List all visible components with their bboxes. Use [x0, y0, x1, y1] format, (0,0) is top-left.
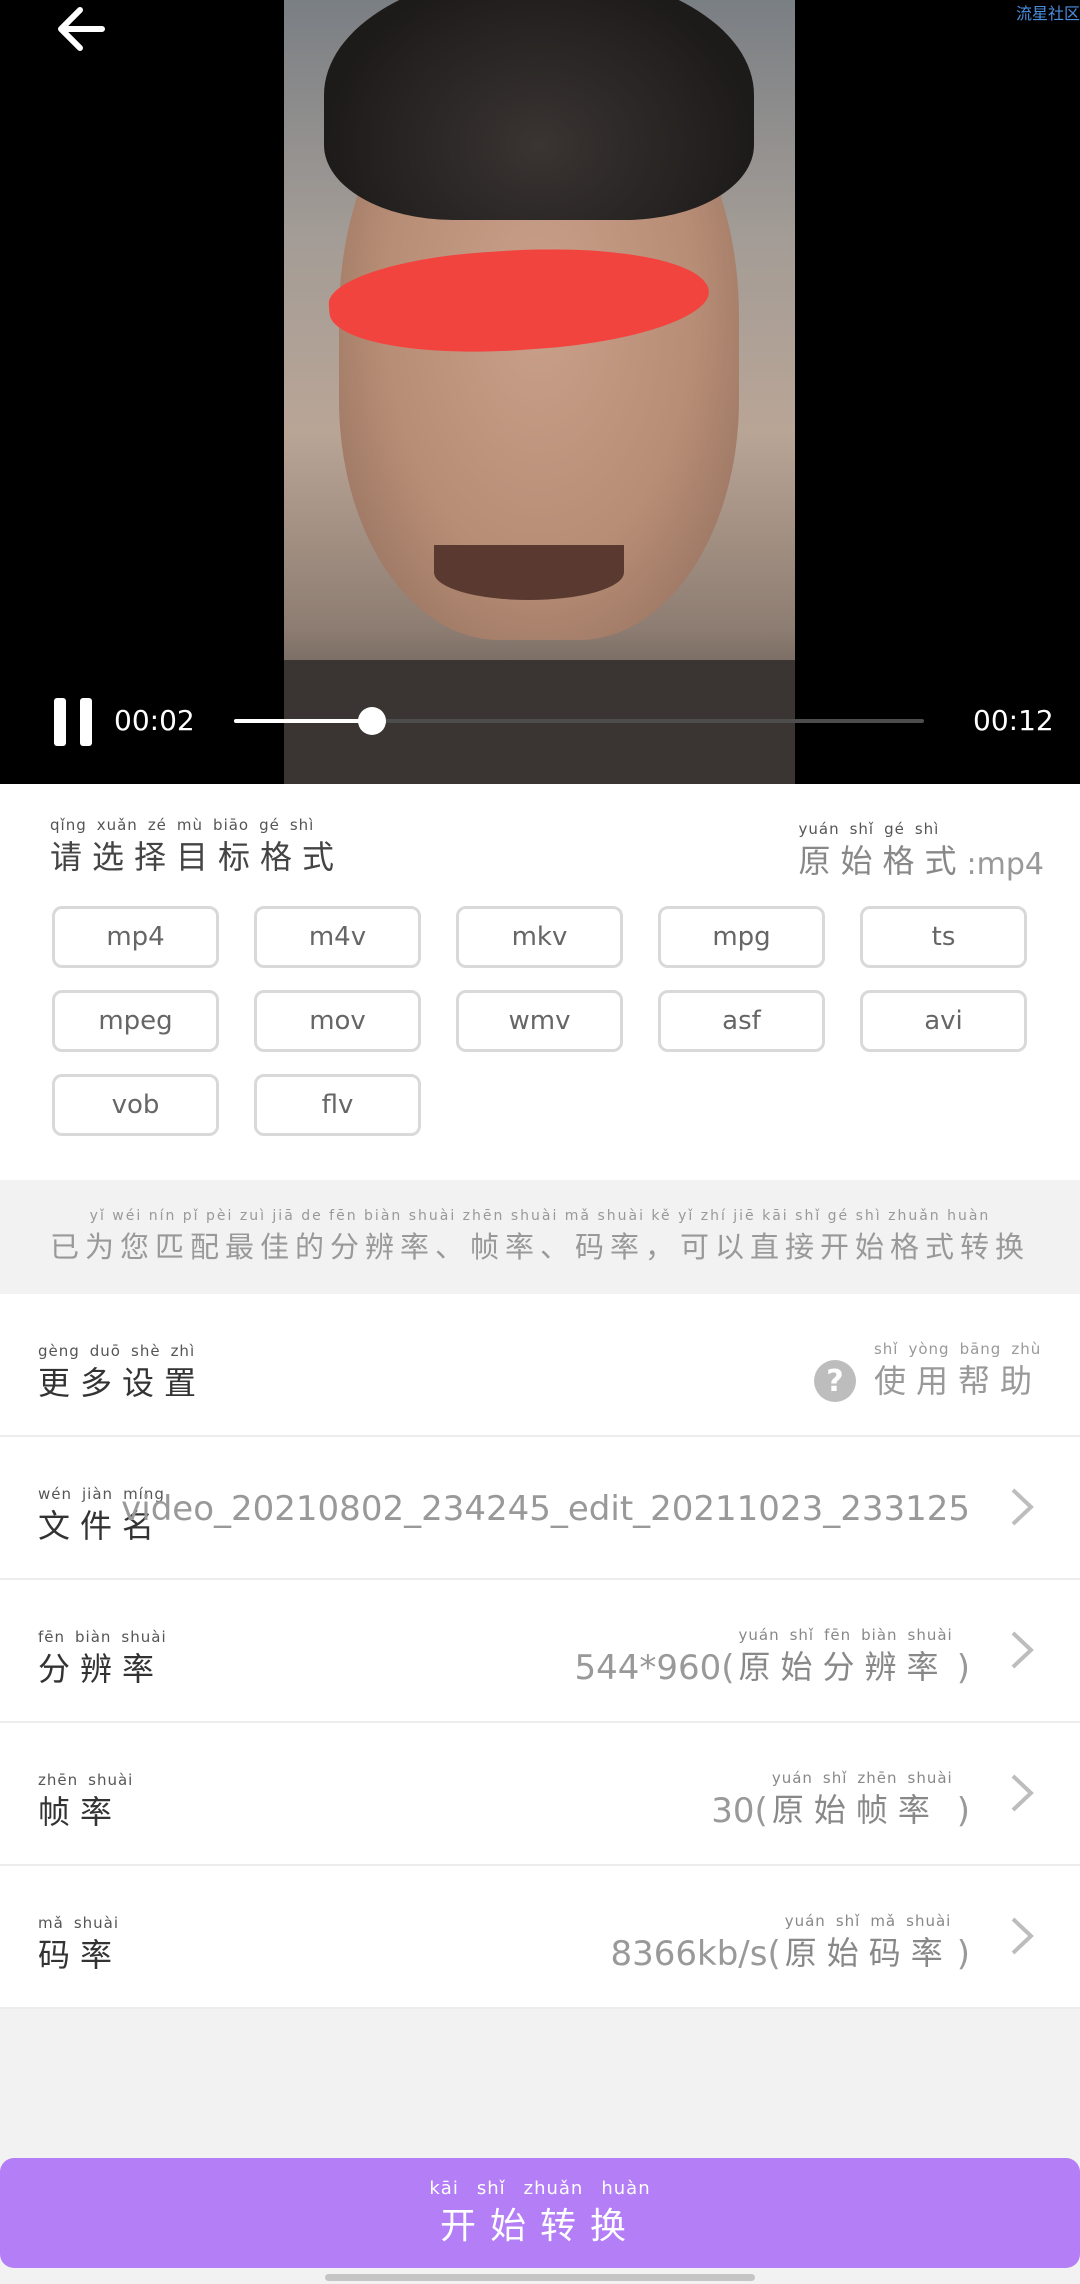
bitrate-note: yuán shǐ mǎ shuài 原始码率: [785, 1912, 953, 1974]
pinyin-syllable: zhuǎn: [523, 2177, 584, 2199]
resolution-close-paren: ): [956, 1648, 970, 1688]
filename-value: video_20210802_234245_edit_20211023_2331…: [121, 1489, 970, 1529]
tip-bar: yǐ wéi nín pǐ pèi zuì jiā de fēn biàn sh…: [0, 1180, 1080, 1294]
help-text: 使用帮助: [873, 1362, 1042, 1400]
original-format-line: yuán shǐ gé shì 原始格式 :mp4: [799, 820, 1044, 882]
format-option-mpg[interactable]: mpg: [658, 906, 825, 968]
pause-icon-bar: [80, 698, 92, 746]
bitrate-value-text: 8366kb/s(: [610, 1934, 781, 1974]
video-mouth: [434, 545, 624, 600]
chevron-right-icon: [1011, 1631, 1034, 1669]
help-label: shǐ yòng bāng zhù 使用帮助: [874, 1340, 1042, 1402]
original-format: yuán shǐ gé shì 原始格式 :mp4: [799, 820, 1044, 882]
framerate-note-text: 原始帧率: [771, 1791, 940, 1829]
more-settings-text: 更多设置: [38, 1364, 207, 1402]
format-panel: qǐng xuǎn zé mù biāo gé shì 请选择目标格式 yuán…: [0, 784, 1080, 1180]
resolution-value-text: 544*960(: [574, 1648, 735, 1688]
video-frame: [284, 0, 795, 784]
more-settings-label: gèng duō shè zhì 更多设置: [38, 1342, 206, 1404]
help-icon: ?: [813, 1360, 856, 1402]
format-option-mpeg[interactable]: mpeg: [52, 990, 219, 1052]
settings-list: gèng duō shè zhì 更多设置 ? shǐ yòng bāng zh…: [0, 1294, 1080, 2009]
framerate-value-text: 30(: [711, 1791, 768, 1831]
pause-icon: [54, 698, 66, 746]
framerate-row[interactable]: zhēn shuài 帧率 30( yuán shǐ zhēn shuài 原始…: [0, 1723, 1080, 1866]
chevron-right-icon: [1011, 1917, 1034, 1955]
format-option-flv[interactable]: flv: [254, 1074, 421, 1136]
bitrate-close-paren: ): [956, 1934, 970, 1974]
resolution-note: yuán shǐ fēn biàn shuài 原始分辨率: [739, 1626, 953, 1688]
format-option-mkv[interactable]: mkv: [456, 906, 623, 968]
format-option-mp4[interactable]: mp4: [52, 906, 219, 968]
resolution-text: 分辨率: [38, 1650, 165, 1688]
corner-watermark: 流星社区: [1015, 4, 1080, 23]
help-button[interactable]: ? shǐ yòng bāng zhù 使用帮助: [813, 1340, 1042, 1402]
framerate-close-paren: ): [956, 1791, 970, 1831]
bitrate-value: 8366kb/s( yuán shǐ mǎ shuài 原始码率 ): [610, 1912, 970, 1974]
resolution-note-text: 原始分辨率: [738, 1648, 949, 1686]
bitrate-text: 码率: [38, 1936, 123, 1974]
seek-progress: [234, 719, 372, 723]
start-convert-button[interactable]: kāi shǐ zhuǎn huàn 开始转换: [0, 2158, 1080, 2268]
framerate-text: 帧率: [38, 1793, 123, 1831]
total-time: 00:12: [973, 704, 1054, 737]
format-option-asf[interactable]: asf: [658, 990, 825, 1052]
pinyin-syllable: kāi: [429, 2177, 459, 2199]
pinyin-syllable: shǐ: [476, 2177, 506, 2199]
chevron-right-icon: [1011, 1488, 1034, 1526]
back-arrow-icon[interactable]: [52, 4, 112, 54]
bitrate-note-text: 原始码率: [784, 1934, 953, 1972]
format-option-avi[interactable]: avi: [860, 990, 1027, 1052]
resolution-value: 544*960( yuán shǐ fēn biàn shuài 原始分辨率 ): [574, 1626, 970, 1688]
pause-button[interactable]: [54, 698, 96, 746]
home-indicator[interactable]: [325, 2274, 755, 2281]
bitrate-label: mǎ shuài 码率: [38, 1914, 122, 1976]
tip-pinyin: yǐ wéi nín pǐ pèi zuì jiā de fēn biàn sh…: [89, 1208, 991, 1224]
filename-row[interactable]: wén jiàn míng 文件名 video_20210802_234245_…: [0, 1437, 1080, 1580]
original-format-label: yuán shǐ gé shì 原始格式: [799, 820, 967, 882]
pinyin-syllable: huàn: [601, 2177, 651, 2199]
format-option-vob[interactable]: vob: [52, 1074, 219, 1136]
title-text: 请选择目标格式: [50, 838, 345, 876]
filename-value-text: video_20210802_234245_edit_20211023_2331…: [121, 1489, 970, 1529]
start-pinyin: kāi shǐ zhuǎn huàn: [429, 2178, 650, 2199]
more-settings-row: gèng duō shè zhì 更多设置 ? shǐ yòng bāng zh…: [0, 1294, 1080, 1437]
bitrate-row[interactable]: mǎ shuài 码率 8366kb/s( yuán shǐ mǎ shuài …: [0, 1866, 1080, 2009]
seek-handle[interactable]: [358, 707, 386, 735]
format-option-ts[interactable]: ts: [860, 906, 1027, 968]
seek-bar[interactable]: [234, 707, 924, 735]
video-hair: [324, 0, 754, 220]
format-option-wmv[interactable]: wmv: [456, 990, 623, 1052]
original-format-value: :mp4: [966, 847, 1044, 882]
format-option-m4v[interactable]: m4v: [254, 906, 421, 968]
framerate-value: 30( yuán shǐ zhēn shuài 原始帧率 ): [711, 1769, 970, 1831]
framerate-note: yuán shǐ zhēn shuài 原始帧率: [772, 1769, 953, 1831]
current-time: 00:02: [114, 704, 195, 737]
original-format-text: 原始格式: [798, 842, 967, 880]
target-format-title: qǐng xuǎn zé mù biāo gé shì 请选择目标格式: [50, 816, 344, 878]
tip-text: 已为您匹配最佳的分辨率、帧率、码率，可以直接开始格式转换: [49, 1230, 1030, 1264]
resolution-label: fēn biàn shuài 分辨率: [38, 1628, 167, 1690]
framerate-label: zhēn shuài 帧率: [38, 1771, 133, 1833]
start-label: 开始转换: [439, 2205, 640, 2247]
format-options: mp4 m4v mkv mpg ts mpeg mov wmv asf avi …: [52, 906, 1042, 1136]
resolution-row[interactable]: fēn biàn shuài 分辨率 544*960( yuán shǐ fēn…: [0, 1580, 1080, 1723]
chevron-right-icon: [1011, 1774, 1034, 1812]
video-player[interactable]: 流星社区 00:02 00:12: [0, 0, 1080, 784]
format-option-mov[interactable]: mov: [254, 990, 421, 1052]
